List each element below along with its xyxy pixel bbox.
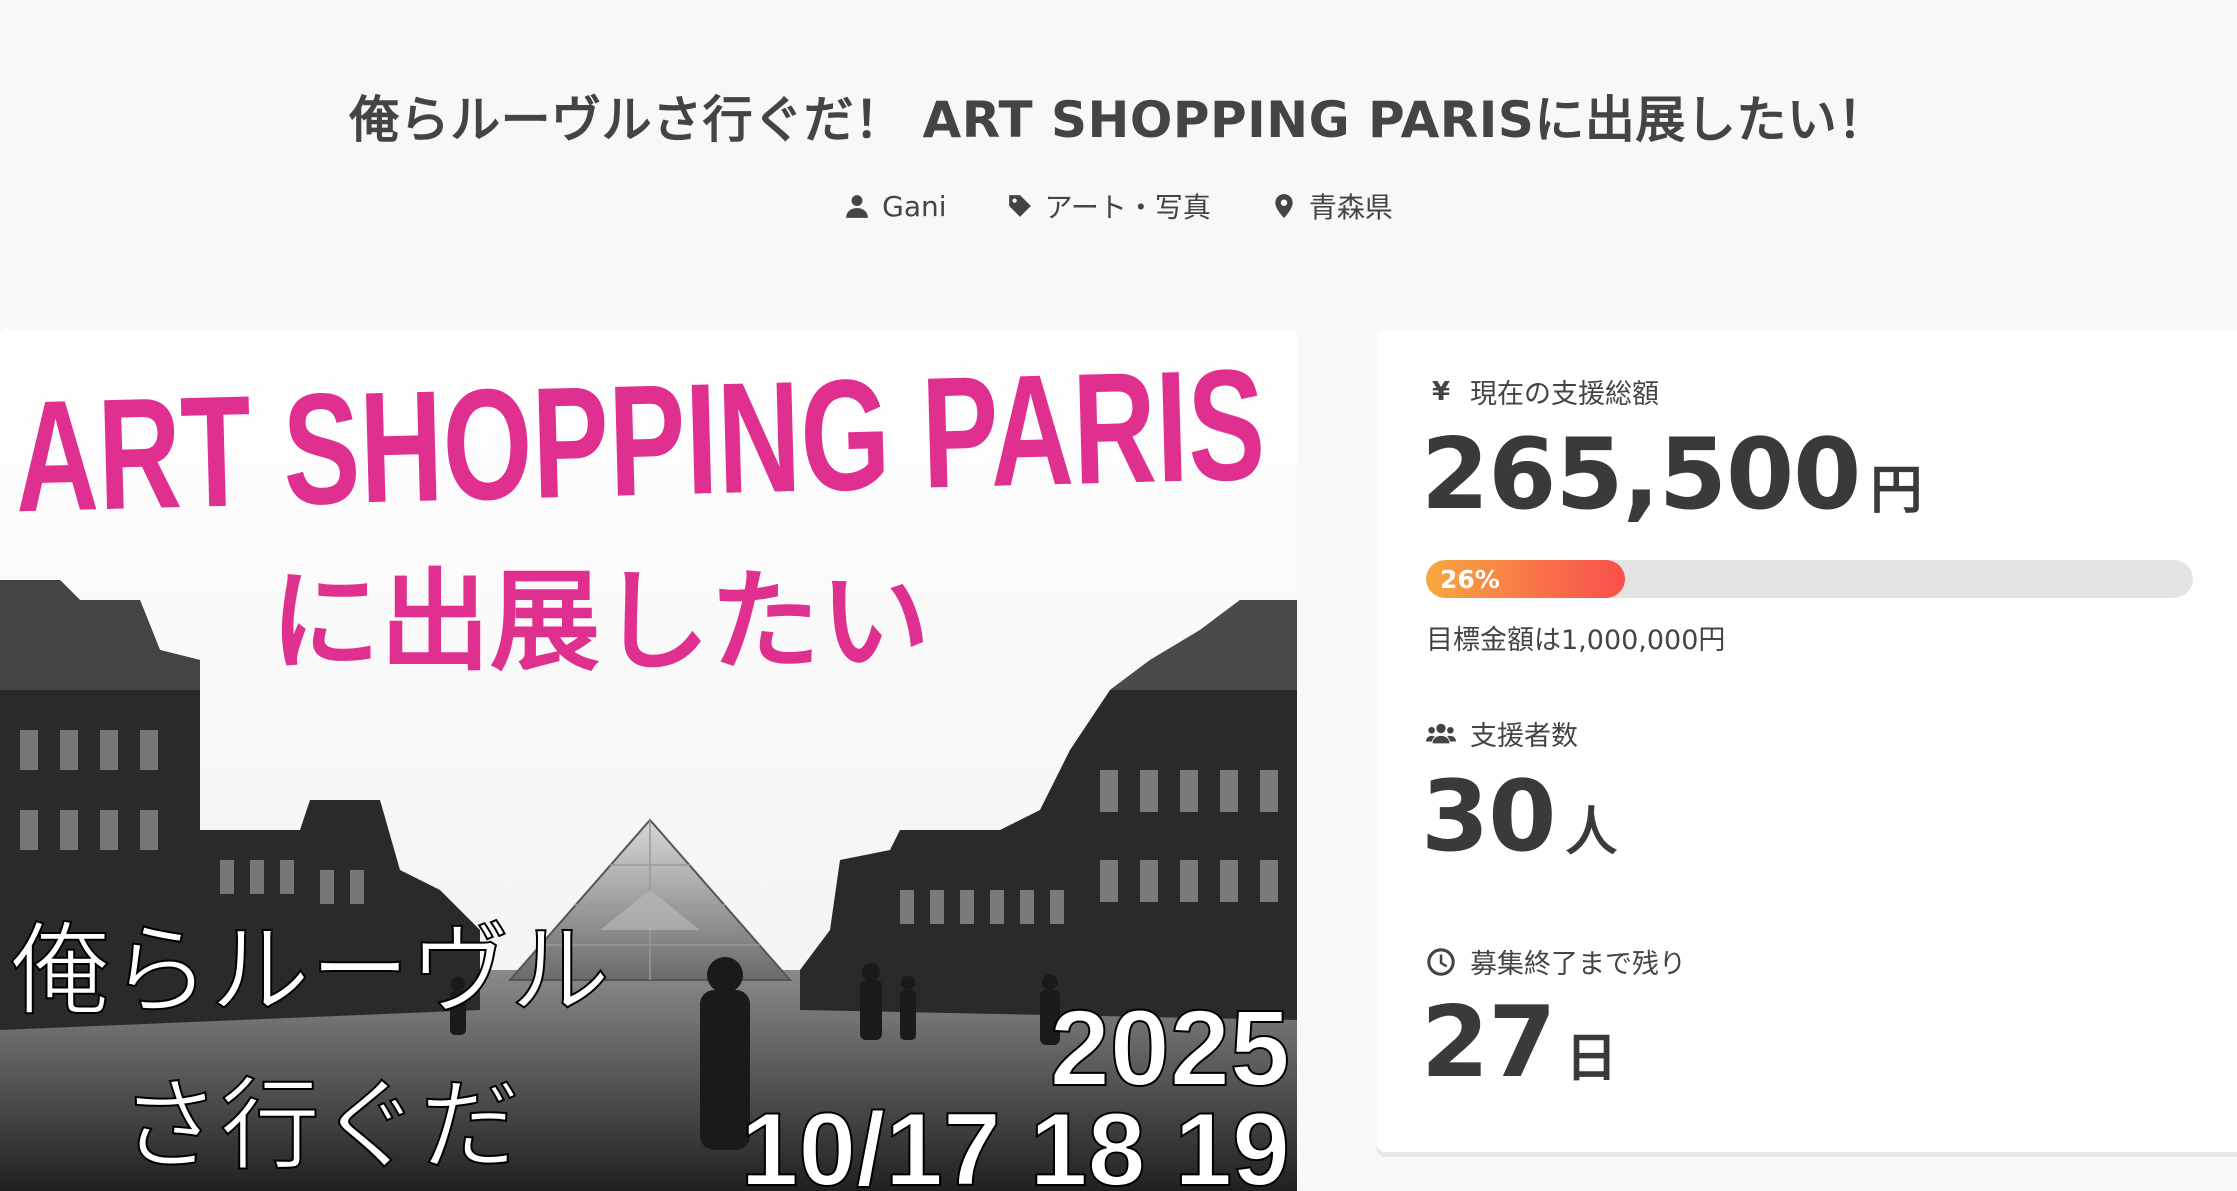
amount-value-row: 265,500 円: [1421, 418, 1922, 532]
supporters-label: 支援者数: [1470, 721, 1578, 752]
supporters-unit: 人: [1565, 803, 1618, 863]
map-pin-icon: [1275, 194, 1293, 218]
yen-icon: ¥: [1431, 376, 1451, 407]
supporters-value: 30: [1421, 760, 1556, 874]
poster-dates: 10/17 18 19: [741, 1092, 1290, 1191]
amount-label-row: ¥ 現在の支援総額: [1426, 372, 1659, 411]
remaining-value-row: 27 日: [1421, 986, 1617, 1100]
poster-slogan-1: 俺らルーヴル: [10, 912, 610, 1029]
remaining-value: 27: [1421, 986, 1556, 1100]
remaining-label: 募集終了まで残り: [1470, 949, 1686, 980]
category-link[interactable]: アート・写真: [1007, 186, 1211, 226]
tag-icon: [1008, 195, 1031, 217]
funding-stats-card: ¥ 現在の支援総額 265,500 円 26% 目標金額は1,000,000円 …: [1377, 330, 2237, 1152]
progress-fill: 26%: [1426, 560, 1626, 598]
amount-label: 現在の支援総額: [1470, 379, 1659, 410]
remaining-unit: 日: [1565, 1029, 1618, 1089]
location-name: 青森県: [1308, 191, 1393, 224]
owner-name: Gani: [882, 189, 947, 223]
clock-icon: [1427, 947, 1455, 976]
poster-headline-2: に出展したい: [270, 557, 930, 686]
amount-unit: 円: [1870, 461, 1923, 521]
poster-year: 2025: [1050, 987, 1290, 1108]
goal-amount: 目標金額は1,000,000円: [1426, 625, 1726, 656]
owner-link[interactable]: Gani: [844, 186, 947, 226]
users-icon: [1426, 723, 1456, 743]
remaining-label-row: 募集終了まで残り: [1426, 942, 1686, 981]
user-icon: [846, 195, 868, 218]
category-name: アート・写真: [1044, 191, 1211, 224]
poster-headline-1: ART SHOPPING PARIS: [13, 337, 1267, 546]
progress-bar: 26%: [1426, 560, 2193, 598]
poster-slogan-2: さ行ぐだ: [120, 1067, 520, 1184]
supporters-label-row: 支援者数: [1426, 714, 1578, 753]
project-meta: Gani アート・写真 青森県: [0, 186, 2237, 226]
page-title: 俺らルーヴルさ行ぐだ！ ART SHOPPING PARISに出展したい！: [349, 91, 1888, 149]
location-link[interactable]: 青森県: [1271, 186, 1393, 226]
project-hero-image: ART SHOPPING PARIS に出展したい 俺らルーヴル さ行ぐだ 20…: [0, 330, 1297, 1191]
amount-value: 265,500: [1421, 418, 1861, 532]
supporters-value-row: 30 人: [1421, 760, 1617, 874]
